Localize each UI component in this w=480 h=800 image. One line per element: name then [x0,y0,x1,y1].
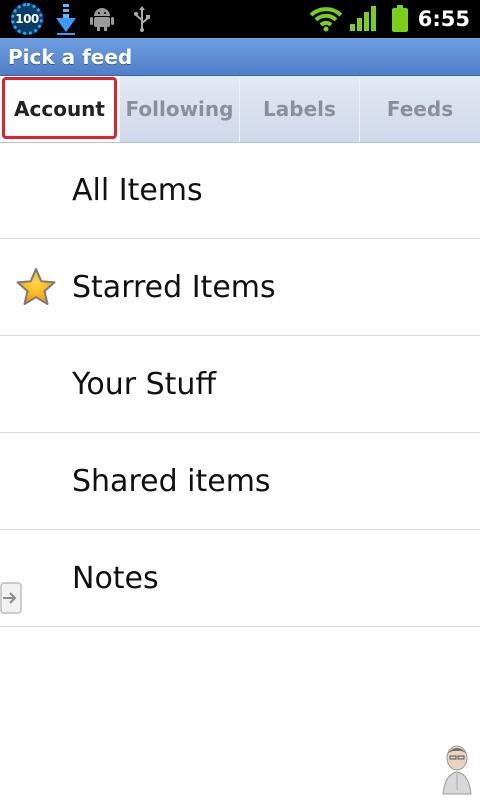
download-icon [52,0,80,38]
android-icon [88,0,116,38]
battery-icon [388,0,412,38]
tab-account[interactable]: Account [0,76,120,142]
feed-item-label: Starred Items [72,269,276,305]
feed-item-notes[interactable]: Notes [0,530,480,627]
star-icon [16,267,56,307]
avatar-watermark-icon [440,744,474,796]
tab-bar: Account Following Labels Feeds [0,76,480,143]
feed-item-all-items[interactable]: All Items [0,142,480,239]
battery-widget-icon: 100 [8,0,46,38]
battery-level-text: 100 [15,12,39,26]
feed-list: All Items Starred Items Your Stuff Share… [0,142,480,627]
feed-item-label: Shared items [72,463,271,499]
feed-item-shared-items[interactable]: Shared items [0,433,480,530]
feed-item-starred-items[interactable]: Starred Items [0,239,480,336]
page-title: Pick a feed [8,44,133,69]
feed-item-your-stuff[interactable]: Your Stuff [0,336,480,433]
title-bar: Pick a feed [0,38,480,76]
feed-item-label: Notes [72,560,159,596]
clock-time: 6:55 [417,7,470,31]
signal-strength-icon [348,0,378,38]
side-drawer-handle-icon[interactable] [0,582,24,614]
usb-icon [130,0,154,38]
feed-item-label: Your Stuff [72,366,217,402]
tab-labels[interactable]: Labels [240,76,360,142]
status-bar: 100 6:55 [0,0,480,38]
tab-following[interactable]: Following [120,76,240,142]
tab-feeds[interactable]: Feeds [360,76,480,142]
feed-item-label: All Items [72,172,203,208]
wifi-icon [308,0,344,38]
